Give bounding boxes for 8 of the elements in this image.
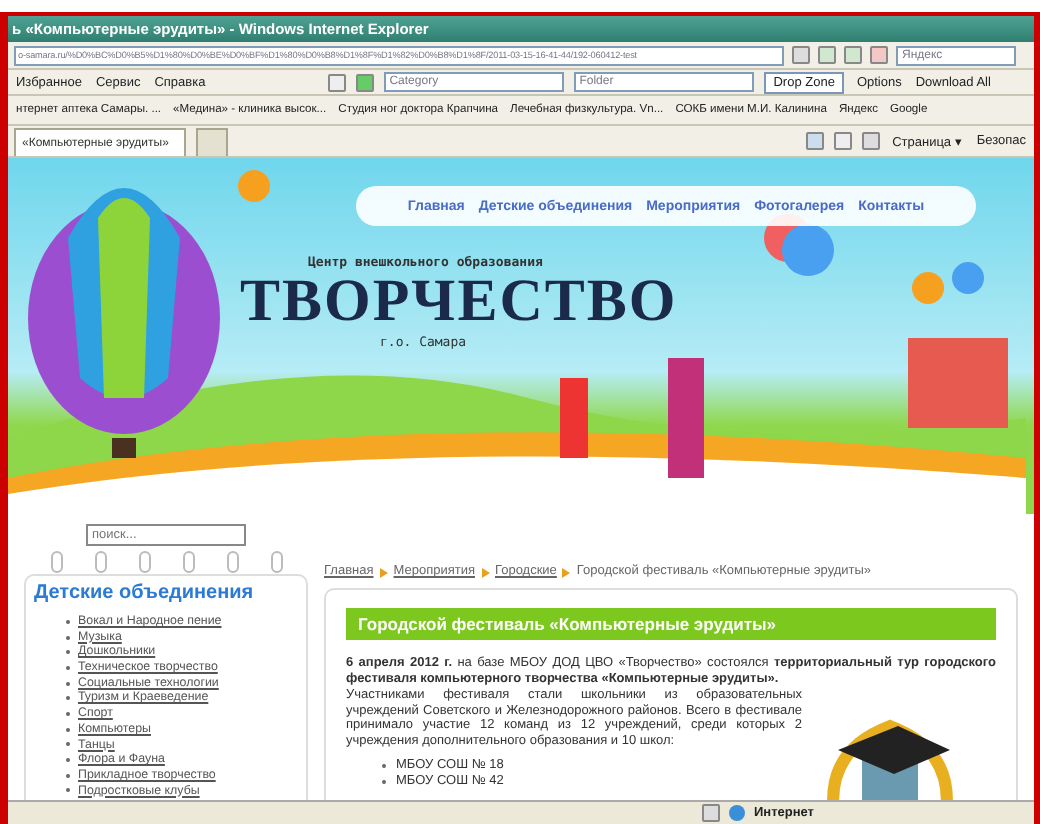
globe-icon — [727, 804, 746, 822]
arrow-icon — [562, 567, 571, 577]
arrow-icon — [379, 567, 388, 577]
sidebar-heading: Детские объединения — [34, 582, 256, 604]
arrow-icon — [481, 567, 489, 577]
article-title: Городской фестиваль «Компьютерные эрудиты» — [346, 608, 996, 640]
new-tab-button[interactable] — [196, 128, 229, 156]
logo-title: ТВОРЧЕСТВО — [240, 270, 678, 334]
